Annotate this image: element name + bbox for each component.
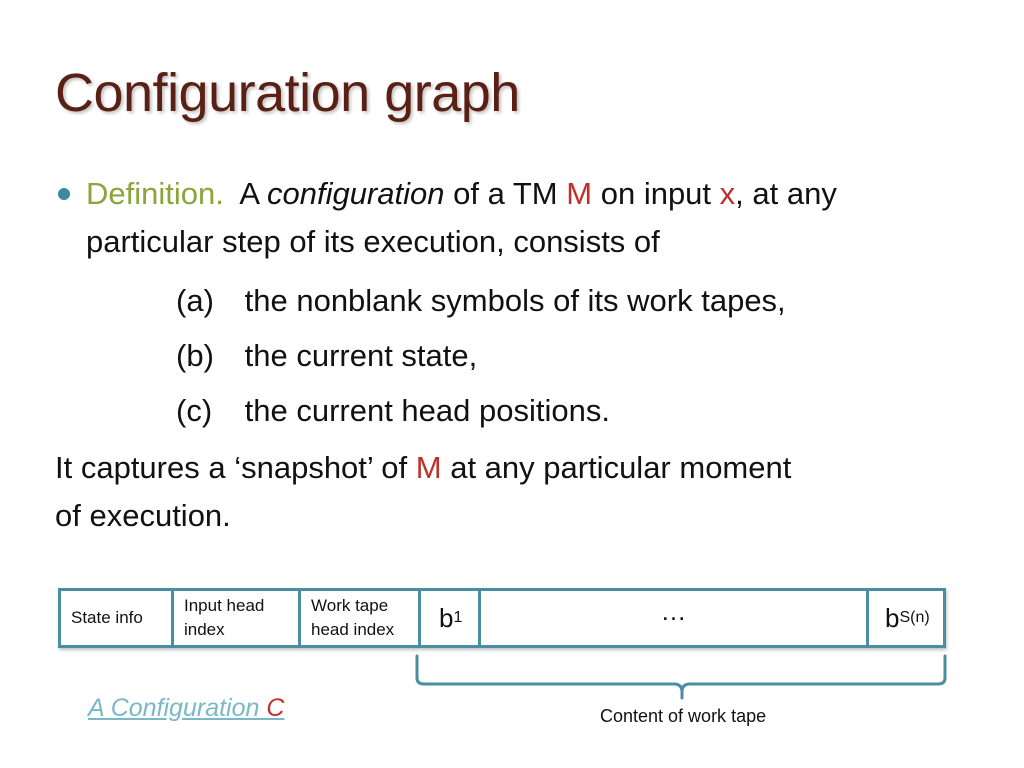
item-label: (c) [176, 393, 213, 428]
tape-cell-state-info: State info [61, 591, 174, 645]
configuration-tape: State info Input head index Work tape he… [58, 588, 946, 648]
snapshot-text-a: It captures a ‘snapshot’ of [55, 450, 408, 485]
cell-label: State info [71, 608, 143, 627]
snapshot-paragraph: It captures a ‘snapshot’ of M at any par… [55, 444, 963, 540]
definition-term: configuration [266, 176, 445, 211]
item-text: the current head positions. [244, 393, 610, 428]
tape-cell-ellipsis: … [481, 591, 869, 645]
tape-cell-b1: b1 [421, 591, 481, 645]
machine-symbol: M [566, 176, 593, 211]
cell-label: Work tape [311, 596, 389, 615]
snapshot-line-2: of execution. [55, 498, 231, 533]
cell-label: head index [311, 620, 395, 639]
snapshot-text-b: at any particular moment [450, 450, 792, 485]
definition-paragraph: Definition. A configuration of a TM M on… [58, 170, 978, 266]
symbol-base: b [885, 603, 900, 633]
slide-title: Configuration graph [55, 63, 520, 123]
ellipsis: … [660, 596, 687, 626]
item-text: the nonblank symbols of its work tapes, [244, 283, 786, 318]
definition-text-d: , at any [735, 176, 837, 211]
symbol-base: b [439, 603, 454, 633]
item-text: the current state, [244, 338, 478, 373]
configuration-link[interactable]: A Configuration C [88, 694, 284, 723]
definition-text-c: on input [600, 176, 712, 211]
cell-label: Input head [184, 596, 265, 615]
snapshot-line-1: It captures a ‘snapshot’ of M at any par… [55, 444, 963, 492]
configuration-variable: C [266, 694, 285, 722]
tape-cell-bsn: b S(n) [869, 591, 943, 645]
list-item: (c) the current head positions. [176, 387, 786, 442]
machine-symbol: M [415, 450, 442, 485]
symbol-subscript: S(n) [899, 609, 930, 626]
definition-text-a: A [239, 176, 259, 211]
list-item: (b) the current state, [176, 332, 786, 387]
item-label: (a) [176, 283, 214, 318]
tape-cell-work-head-index: Work tape head index [301, 591, 421, 645]
definition-text-b: of a TM [453, 176, 558, 211]
definition-label: Definition. [86, 176, 224, 211]
work-tape-content-label: Content of work tape [600, 706, 767, 726]
item-label: (b) [176, 338, 214, 373]
configuration-link-text: A Configuration [88, 694, 267, 722]
bullet-icon [58, 188, 70, 200]
input-symbol: x [719, 176, 736, 211]
component-list: (a) the nonblank symbols of its work tap… [176, 277, 786, 442]
definition-line-2: particular step of its execution, consis… [86, 224, 660, 259]
list-item: (a) the nonblank symbols of its work tap… [176, 277, 786, 332]
symbol-subscript: 1 [453, 609, 463, 626]
curly-brace-icon [415, 654, 947, 700]
cell-label: index [184, 620, 225, 639]
tape-cell-input-head-index: Input head index [174, 591, 301, 645]
definition-line-1: Definition. A configuration of a TM M on… [58, 170, 978, 218]
